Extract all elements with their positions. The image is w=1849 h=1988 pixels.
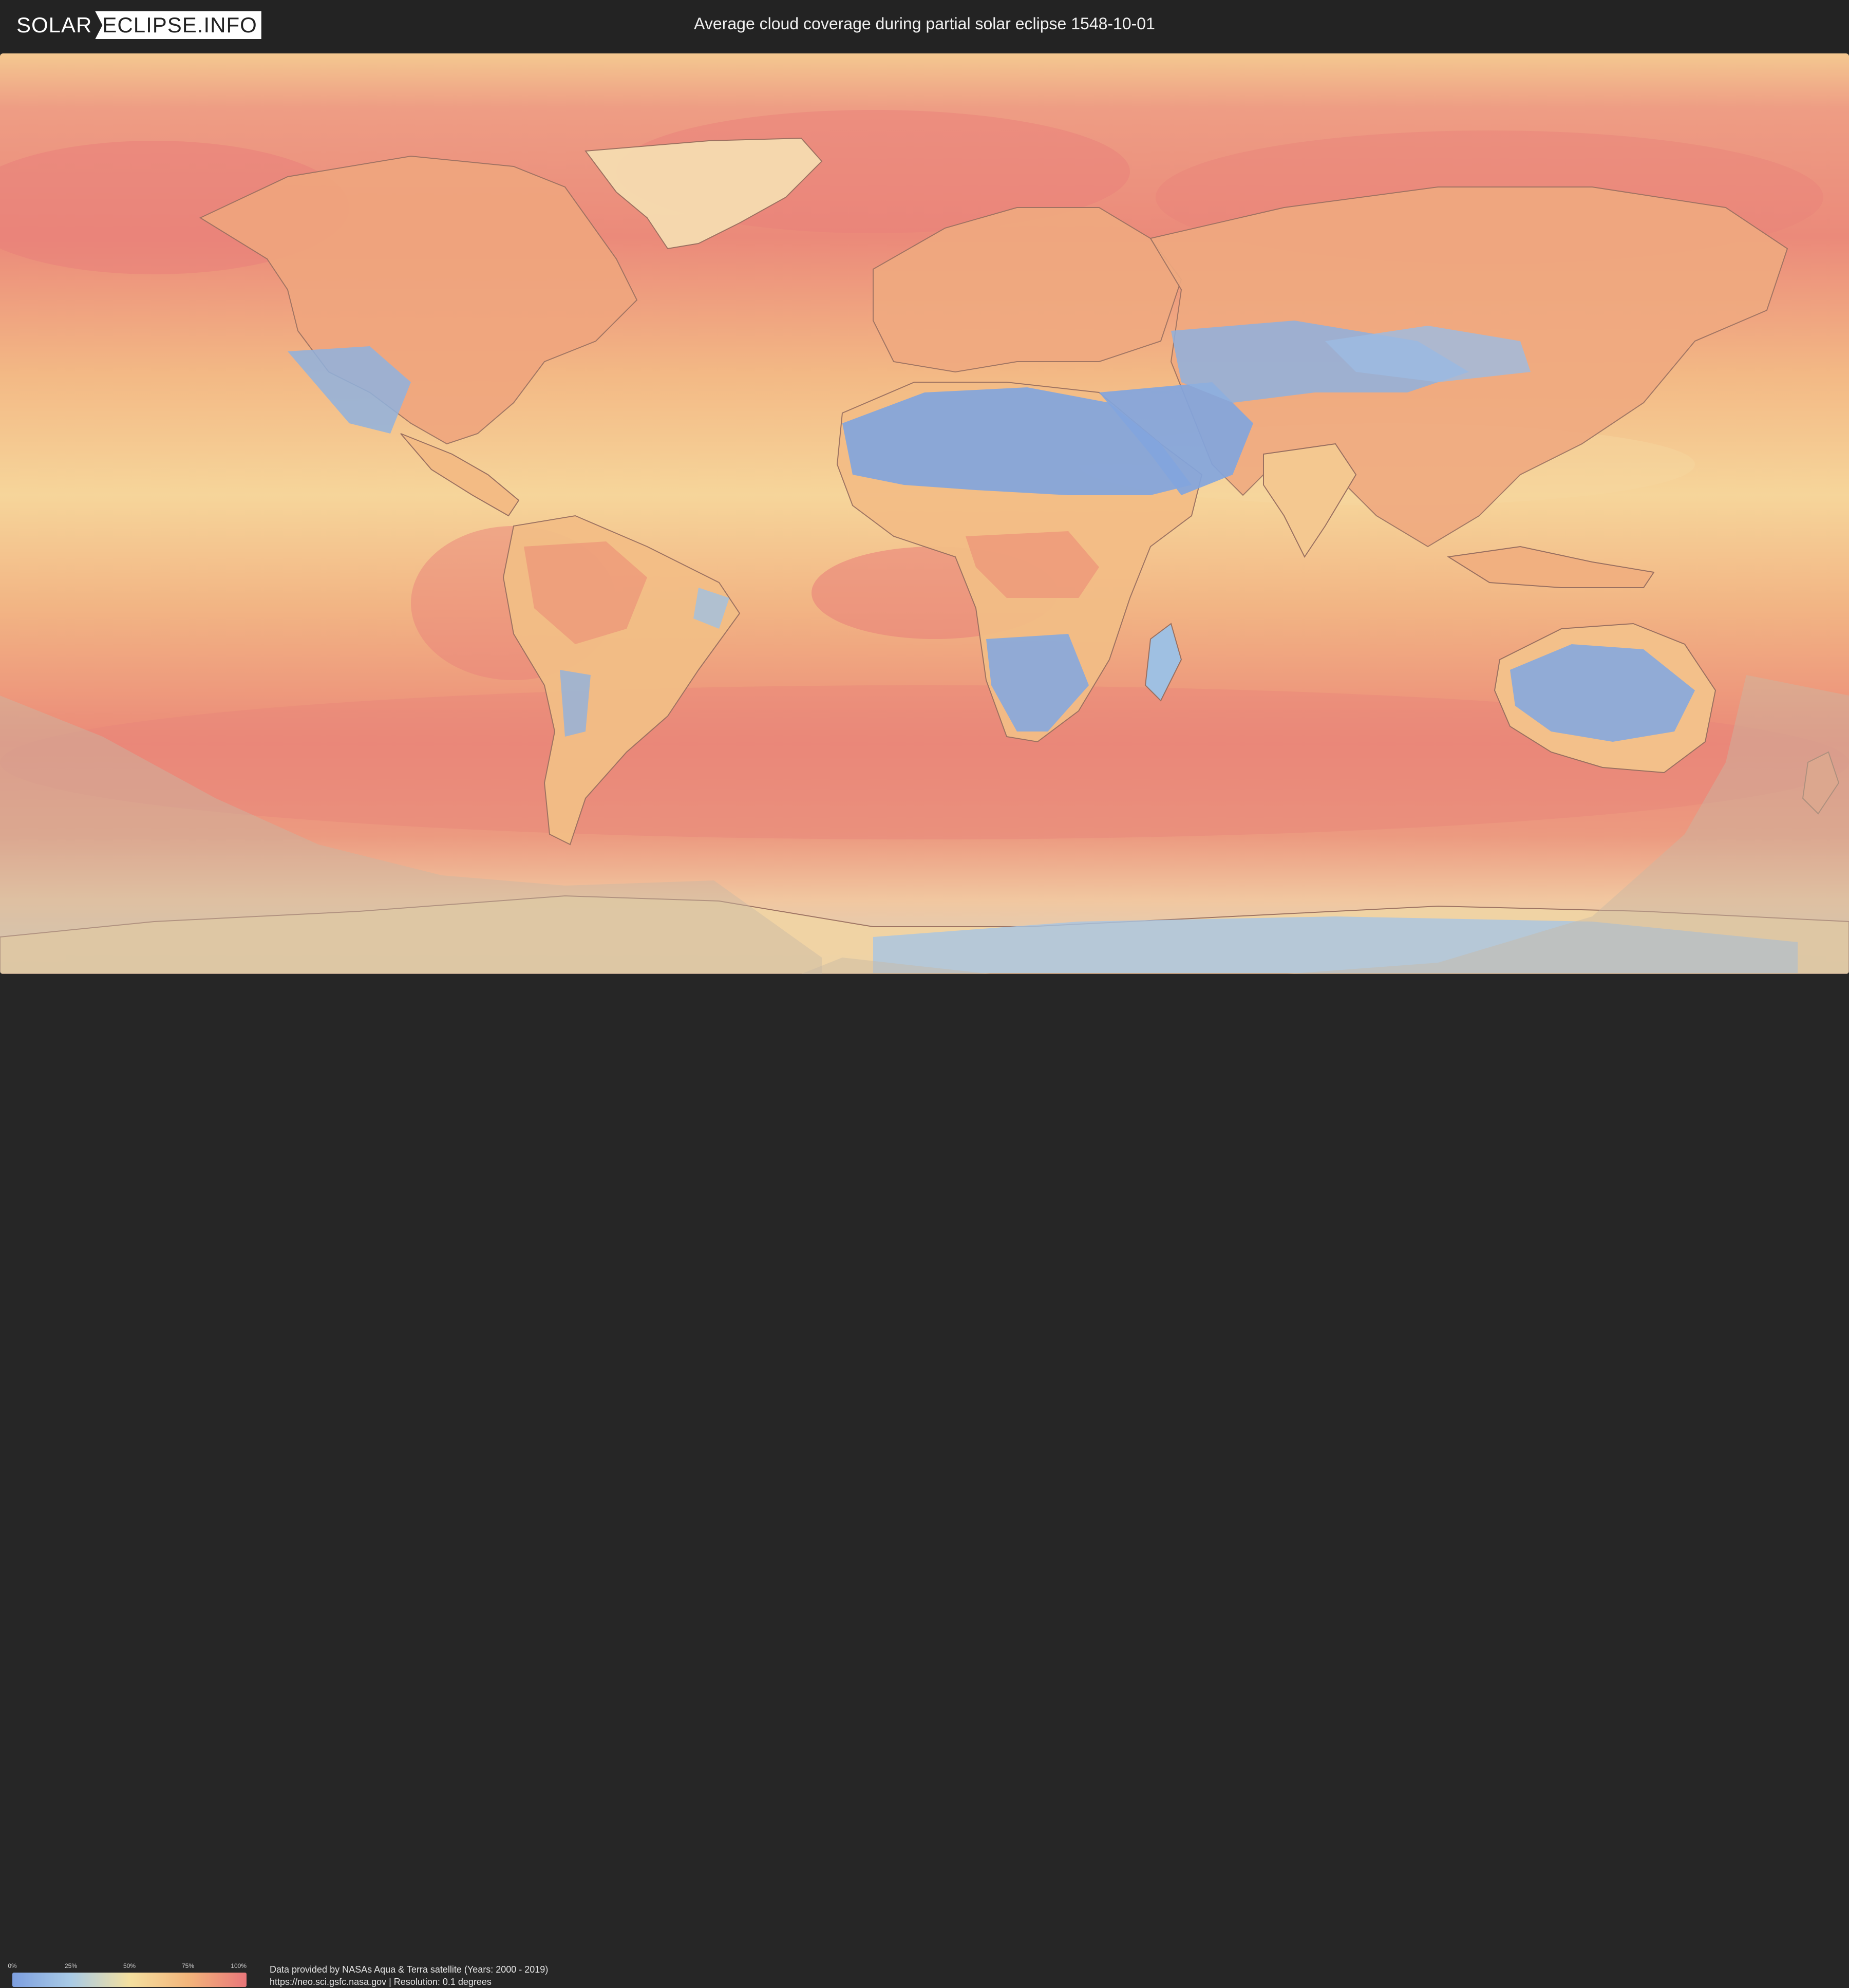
header-bar: SOLAR ECLIPSE.INFO Average cloud coverag… — [0, 0, 1849, 52]
page-title: Average cloud coverage during partial so… — [694, 14, 1155, 33]
legend-tick-25: 25% — [64, 1962, 78, 1970]
footer-bar: 0% 25% 50% 75% 100% Data provided by NAS… — [0, 974, 1849, 1987]
cloud-coverage-legend: 0% 25% 50% 75% 100% — [8, 1962, 247, 1987]
legend-color-bar — [12, 1973, 247, 1987]
cloud-coverage-map[interactable] — [0, 53, 1849, 974]
legend-tick-0: 0% — [8, 1962, 17, 1970]
credits-line-1: Data provided by NASAs Aqua & Terra sate… — [270, 1964, 549, 1975]
legend-tick-75: 75% — [181, 1962, 195, 1970]
legend-tick-50: 50% — [123, 1962, 136, 1970]
data-credits: Data provided by NASAs Aqua & Terra sate… — [270, 1963, 548, 1988]
legend-ticks: 0% 25% 50% 75% 100% — [8, 1962, 247, 1973]
credits-line-2: https://neo.sci.gsfc.nasa.gov | Resoluti… — [270, 1977, 492, 1987]
legend-tick-100: 100% — [231, 1962, 247, 1970]
